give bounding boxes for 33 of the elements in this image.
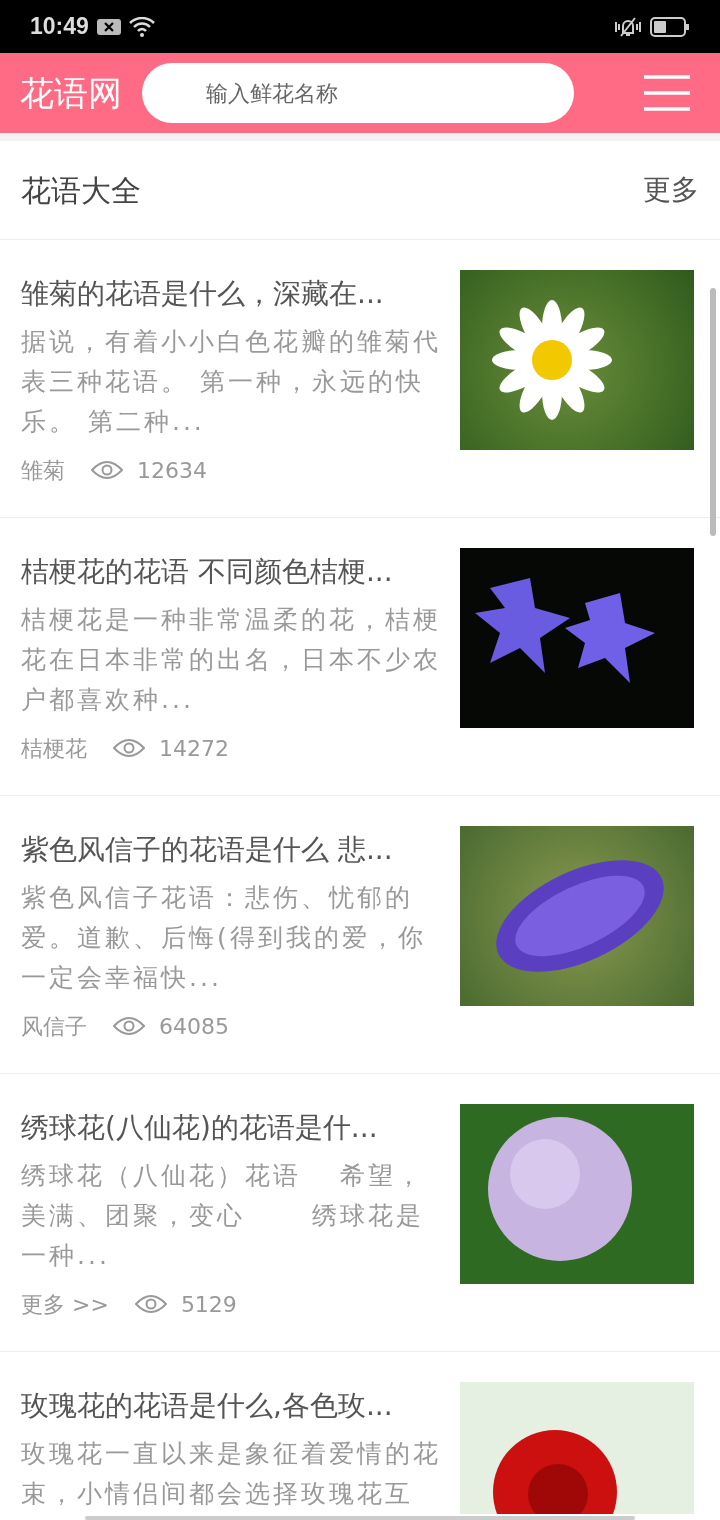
flower-photo[interactable]	[460, 1104, 694, 1284]
eye-icon	[113, 738, 145, 758]
article-summary: 绣球花（八仙花）花语 希望，美满、团聚，变心 绣球花是一种...	[21, 1160, 425, 1272]
sim-card-icon	[96, 18, 121, 35]
article-title[interactable]: 桔梗花的花语 不同颜色桔梗...	[21, 548, 441, 596]
article-title[interactable]: 绣球花(八仙花)的花语是什...	[21, 1104, 441, 1152]
article-title[interactable]: 紫色风信子的花语是什么 悲...	[21, 826, 441, 874]
eye-icon	[113, 1016, 145, 1036]
flower-photo[interactable]	[460, 1382, 694, 1514]
article-summary: 紫色风信子花语：悲伤、忧郁的爱。道歉、后悔(得到我的爱，你一定会幸福快...	[21, 882, 427, 994]
view-count: 12634	[137, 456, 207, 485]
article-summary: 据说，有着小小白色花瓣的雏菊代表三种花语。 第一种，永远的快乐。 第二种...	[21, 326, 441, 438]
eye-icon	[91, 460, 123, 480]
flower-photo[interactable]	[460, 548, 694, 728]
app-logo: 花语网	[20, 71, 122, 115]
view-count: 64085	[159, 1012, 229, 1041]
article-title[interactable]: 玫瑰花的花语是什么,各色玫...	[21, 1382, 441, 1430]
more-link[interactable]: 更多	[643, 169, 699, 211]
view-count: 5129	[180, 1290, 237, 1319]
article-summary: 玫瑰花一直以来是象征着爱情的花束，小情侣间都会选择玫瑰花互	[21, 1438, 441, 1510]
menu-icon[interactable]	[644, 75, 690, 111]
battery-icon	[650, 16, 690, 37]
flower-photo[interactable]	[460, 270, 694, 450]
view-count: 14272	[159, 734, 229, 763]
vibrate-mute-icon	[614, 15, 642, 38]
search-field[interactable]: 输入鲜花名称	[142, 63, 574, 123]
wifi-icon	[128, 16, 155, 37]
search-input[interactable]: 输入鲜花名称	[206, 76, 574, 110]
section-title: 花语大全	[21, 171, 141, 210]
article-title[interactable]: 雏菊的花语是什么，深藏在...	[21, 270, 441, 318]
eye-icon	[134, 1294, 167, 1314]
article-summary: 桔梗花是一种非常温柔的花，桔梗花在日本非常的出名，日本不少农户都喜欢种...	[21, 604, 441, 716]
status-time: 10:49	[30, 12, 89, 42]
